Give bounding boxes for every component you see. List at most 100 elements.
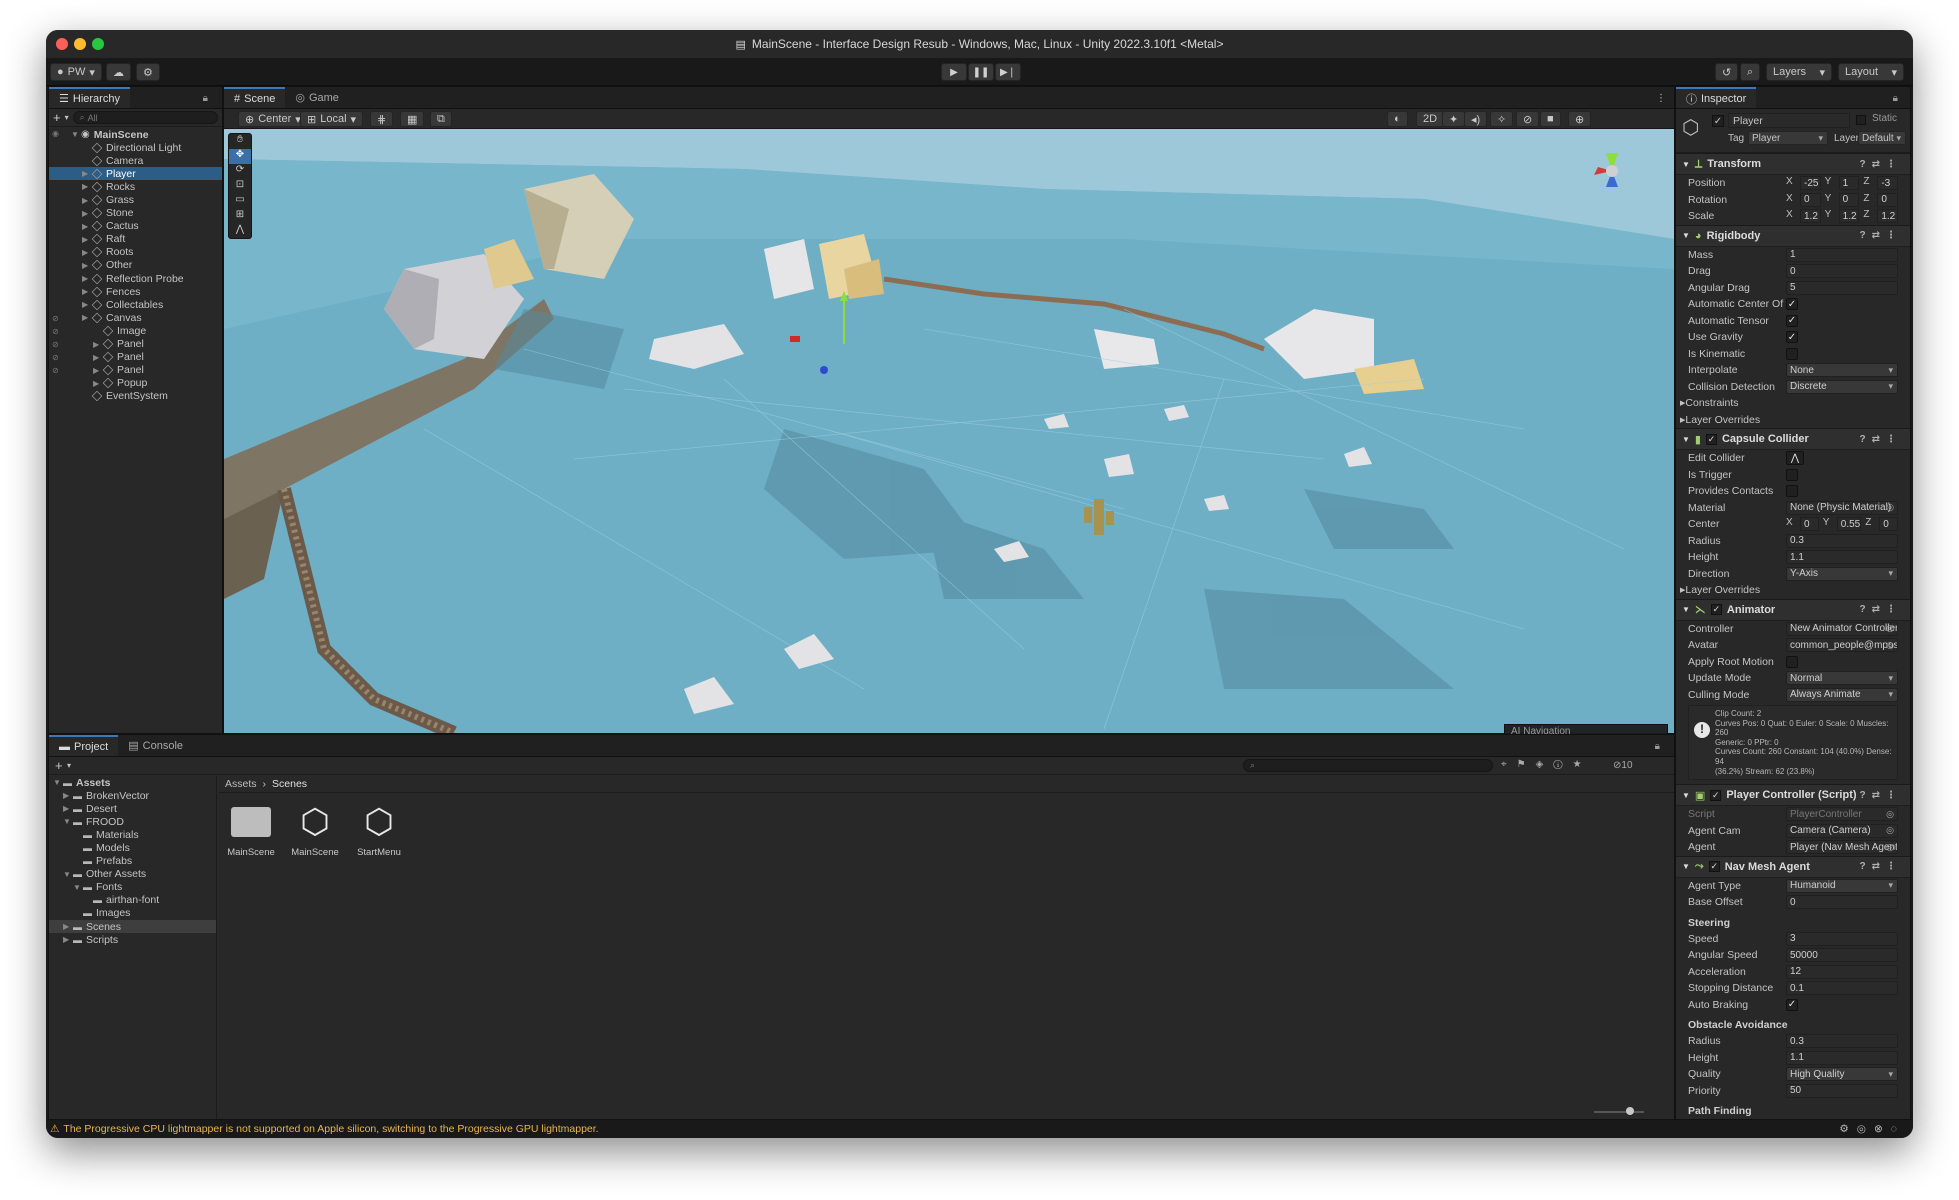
project-folder[interactable]: ▶ ▬ BrokenVector	[49, 789, 216, 802]
axis-value-field[interactable]: 1	[1838, 176, 1860, 191]
property-checkbox[interactable]: ✓	[1786, 314, 1798, 327]
property-checkbox[interactable]	[1786, 485, 1798, 498]
project-folder[interactable]: ▬ airthan-font	[49, 894, 216, 907]
hierarchy-item[interactable]: Camera	[49, 154, 222, 167]
axis-value-field[interactable]: -25	[1800, 176, 1821, 191]
expand-arrow-icon[interactable]: ▼	[1682, 435, 1690, 444]
hierarchy-search-input[interactable]: ⌕ All	[72, 111, 218, 124]
hierarchy-item[interactable]: ▶ Popup	[49, 377, 222, 390]
property-dropdown[interactable]: Always Animate	[1786, 687, 1898, 702]
property-dropdown[interactable]: High Quality	[1786, 1067, 1898, 1082]
object-field[interactable]: New Animator Controller ◎	[1786, 621, 1898, 636]
property-field[interactable]: 1	[1786, 247, 1898, 262]
tab-game[interactable]: ◎ Game	[285, 87, 349, 108]
breadcrumb-assets[interactable]: Assets	[225, 778, 257, 790]
object-field[interactable]: Camera (Camera) ◎	[1786, 823, 1898, 838]
property-checkbox[interactable]: ✓	[1786, 331, 1798, 344]
project-folder[interactable]: ▬ Materials	[49, 828, 216, 841]
component-header-icons[interactable]: ?⇄⋮	[1860, 230, 1903, 241]
property-field[interactable]: 0.3	[1786, 1034, 1898, 1049]
lock-icon[interactable]: 🔒︎	[1893, 93, 1898, 104]
component-header[interactable]: ▼ ▮ ✓ Capsule Collider ?⇄⋮	[1676, 428, 1910, 450]
object-picker-icon[interactable]: ◎	[1886, 842, 1894, 853]
eye-hidden-icon[interactable]: ⊘	[52, 340, 59, 349]
project-folder[interactable]: ▶ ▬ Desert	[49, 802, 216, 815]
property-field[interactable]: 50000	[1786, 948, 1898, 963]
increment-snap-dropdown[interactable]: ⧉	[430, 111, 452, 127]
object-name-field[interactable]: Player	[1728, 113, 1850, 128]
foldout-row[interactable]: ▶ Layer Overrides	[1676, 412, 1910, 429]
eye-icon[interactable]: ◉	[52, 129, 59, 138]
camera-dropdown[interactable]: ■	[1540, 111, 1561, 127]
tab-console[interactable]: ▤ Console	[118, 735, 193, 756]
expand-arrow-icon[interactable]: ▶	[82, 261, 92, 270]
property-field[interactable]: 0	[1786, 895, 1898, 910]
edit-collider-button[interactable]: ⋀	[1786, 451, 1804, 466]
project-folder[interactable]: ▼ ▬ Fonts	[49, 881, 216, 894]
step-button[interactable]: ▶❘	[995, 63, 1021, 81]
project-folder[interactable]: ▼ ▬ Assets	[49, 776, 216, 789]
expand-arrow-icon[interactable]: ▼	[1682, 862, 1690, 871]
rotate-tool-icon[interactable]: ⟳	[229, 164, 251, 179]
expand-arrow-icon[interactable]: ▼	[53, 778, 63, 787]
object-field[interactable]: None (Physic Material) ◎	[1786, 500, 1898, 515]
hierarchy-item[interactable]: Directional Light	[49, 141, 222, 154]
component-header-icons[interactable]: ?⇄⋮	[1860, 434, 1903, 445]
component-header-icons[interactable]: ?⇄⋮	[1860, 861, 1903, 872]
tab-project[interactable]: ▬ Project	[49, 735, 119, 756]
project-folder[interactable]: ▶ ▬ Scenes	[49, 920, 216, 934]
component-enabled-checkbox[interactable]: ✓	[1708, 861, 1720, 873]
expand-arrow-icon[interactable]: ▼	[1682, 605, 1690, 614]
property-dropdown[interactable]: Humanoid	[1786, 878, 1898, 893]
property-field[interactable]: 50	[1786, 1083, 1898, 1098]
expand-arrow-icon[interactable]: ▶	[82, 235, 92, 244]
lock-icon[interactable]: 🔒︎	[203, 93, 208, 104]
object-picker-icon[interactable]: ◎	[1886, 825, 1894, 836]
axis-value-field[interactable]: 0.55	[1836, 517, 1862, 532]
property-checkbox[interactable]: ✓	[1786, 298, 1798, 311]
audio-toggle[interactable]: ◂)	[1464, 111, 1488, 127]
custom-tool-icon[interactable]: ⋀	[229, 224, 251, 239]
hierarchy-item[interactable]: ▶ Fences	[49, 285, 222, 298]
hand-tool-icon[interactable]: ✋︎	[229, 134, 251, 149]
property-field[interactable]: 1.1	[1786, 550, 1898, 565]
hierarchy-item[interactable]: ▶ Canvas	[49, 311, 222, 324]
component-header[interactable]: ▼ ▣ ✓ Player Controller (Script) ?⇄⋮	[1676, 784, 1910, 807]
axis-value-field[interactable]: 1.2	[1877, 209, 1899, 224]
hierarchy-item[interactable]: ▶ Grass	[49, 193, 222, 206]
hierarchy-item[interactable]: ▶ Panel	[49, 338, 222, 351]
component-header[interactable]: ▼ ⤳ ✓ Nav Mesh Agent ?⇄⋮	[1676, 855, 1910, 878]
close-window-button[interactable]	[56, 38, 68, 50]
hierarchy-item[interactable]: ▶ Cactus	[49, 220, 222, 233]
chevron-down-icon[interactable]: ▾	[65, 113, 69, 122]
project-folder[interactable]: ▬ Prefabs	[49, 855, 216, 868]
component-header[interactable]: ▼ ⟂ Transform ?⇄⋮	[1676, 153, 1910, 175]
project-folder[interactable]: ▼ ▬ FROOD	[49, 815, 216, 828]
tab-hierarchy[interactable]: ☰ Hierarchy	[49, 87, 130, 108]
effects-dropdown[interactable]: ✧	[1490, 111, 1514, 127]
gizmos-dropdown[interactable]: ⊕	[1568, 111, 1592, 127]
expand-arrow-icon[interactable]: ▶	[93, 340, 103, 349]
status-message[interactable]: The Progressive CPU lightmapper is not s…	[63, 1123, 598, 1135]
object-picker-icon[interactable]: ◎	[1886, 502, 1894, 513]
expand-arrow-icon[interactable]: ▼	[1682, 160, 1690, 169]
hierarchy-item[interactable]: ▶ Other	[49, 259, 222, 272]
property-checkbox[interactable]: ✓	[1786, 998, 1798, 1011]
lighting-toggle[interactable]: ✦	[1442, 111, 1466, 127]
play-button[interactable]: ▶	[941, 63, 967, 81]
lock-icon[interactable]: 🔒︎	[1655, 741, 1660, 752]
zoom-window-button[interactable]	[92, 38, 104, 50]
expand-arrow-icon[interactable]: ▼	[63, 870, 73, 879]
hierarchy-item[interactable]: ▶ Raft	[49, 233, 222, 246]
expand-arrow-icon[interactable]: ▶	[63, 791, 73, 800]
mode-2d-toggle[interactable]: 2D	[1416, 111, 1445, 127]
zoom-slider[interactable]	[1594, 1107, 1644, 1115]
expand-arrow-icon[interactable]: ▶	[82, 313, 92, 322]
tag-dropdown[interactable]: Player	[1748, 131, 1828, 145]
rect-tool-icon[interactable]: ▭	[229, 194, 251, 209]
property-field[interactable]: 1.1	[1786, 1050, 1898, 1065]
expand-arrow-icon[interactable]: ▶	[82, 182, 92, 191]
expand-arrow-icon[interactable]: ▼	[71, 130, 81, 139]
component-header[interactable]: ▼ ⋋ ✓ Animator ?⇄⋮	[1676, 598, 1910, 621]
axis-value-field[interactable]: 0	[1877, 192, 1899, 207]
